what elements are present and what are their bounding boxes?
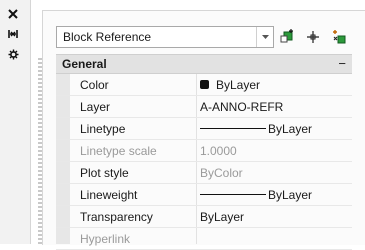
property-row-color[interactable]: Color ByLayer (56, 74, 352, 96)
property-row-transparency[interactable]: Transparency ByLayer (56, 206, 352, 228)
collapse-icon[interactable]: − (338, 56, 346, 71)
property-row-linetype[interactable]: Linetype ByLayer (56, 118, 352, 140)
chevron-down-icon[interactable] (256, 27, 273, 47)
property-row-layer[interactable]: Layer A-ANNO-REFR (56, 96, 352, 118)
property-name: Linetype (80, 121, 126, 136)
select-objects-icon[interactable] (304, 28, 322, 46)
property-grid: Color ByLayer Layer A-ANNO-REFR Linetype… (56, 74, 352, 250)
general-section-header[interactable]: General − (56, 54, 352, 74)
property-row-linetype-scale[interactable]: Linetype scale 1.0000 (56, 140, 352, 162)
lineweight-preview-icon (200, 194, 266, 195)
section-title: General (62, 57, 107, 71)
property-value[interactable]: ByLayer (200, 122, 312, 136)
property-value[interactable]: ByLayer (200, 188, 312, 202)
property-name: Linetype scale (80, 143, 157, 158)
property-name: Plot style (80, 165, 129, 180)
property-value[interactable]: A-ANNO-REFR (200, 100, 283, 114)
toggle-pickadd-icon[interactable] (330, 28, 348, 46)
property-value[interactable]: ByLayer (200, 210, 244, 224)
property-name: Color (80, 77, 109, 92)
property-value[interactable]: ByColor (200, 166, 243, 180)
auto-hide-icon[interactable] (4, 26, 22, 42)
properties-palette: Block Reference General − Color ByLayer … (0, 0, 365, 250)
property-name: Layer (80, 99, 111, 114)
linetype-preview-icon (200, 128, 266, 129)
color-swatch-icon (200, 80, 209, 89)
property-value[interactable]: ByLayer (200, 78, 260, 92)
property-row-plot-style[interactable]: Plot style ByColor (56, 162, 352, 184)
property-row-lineweight[interactable]: Lineweight ByLayer (56, 184, 352, 206)
property-row-hyperlink[interactable]: Hyperlink (56, 228, 352, 250)
close-icon[interactable] (4, 6, 22, 22)
object-type-dropdown[interactable]: Block Reference (56, 26, 274, 48)
property-value[interactable]: 1.0000 (200, 144, 237, 158)
properties-gear-icon[interactable] (4, 46, 22, 62)
property-name: Hyperlink (80, 231, 131, 246)
object-type-value: Block Reference (63, 30, 152, 44)
property-name: Lineweight (80, 187, 138, 202)
property-name: Transparency (80, 209, 153, 224)
palette-title-strip (0, 0, 31, 244)
quick-select-icon[interactable] (279, 28, 297, 46)
